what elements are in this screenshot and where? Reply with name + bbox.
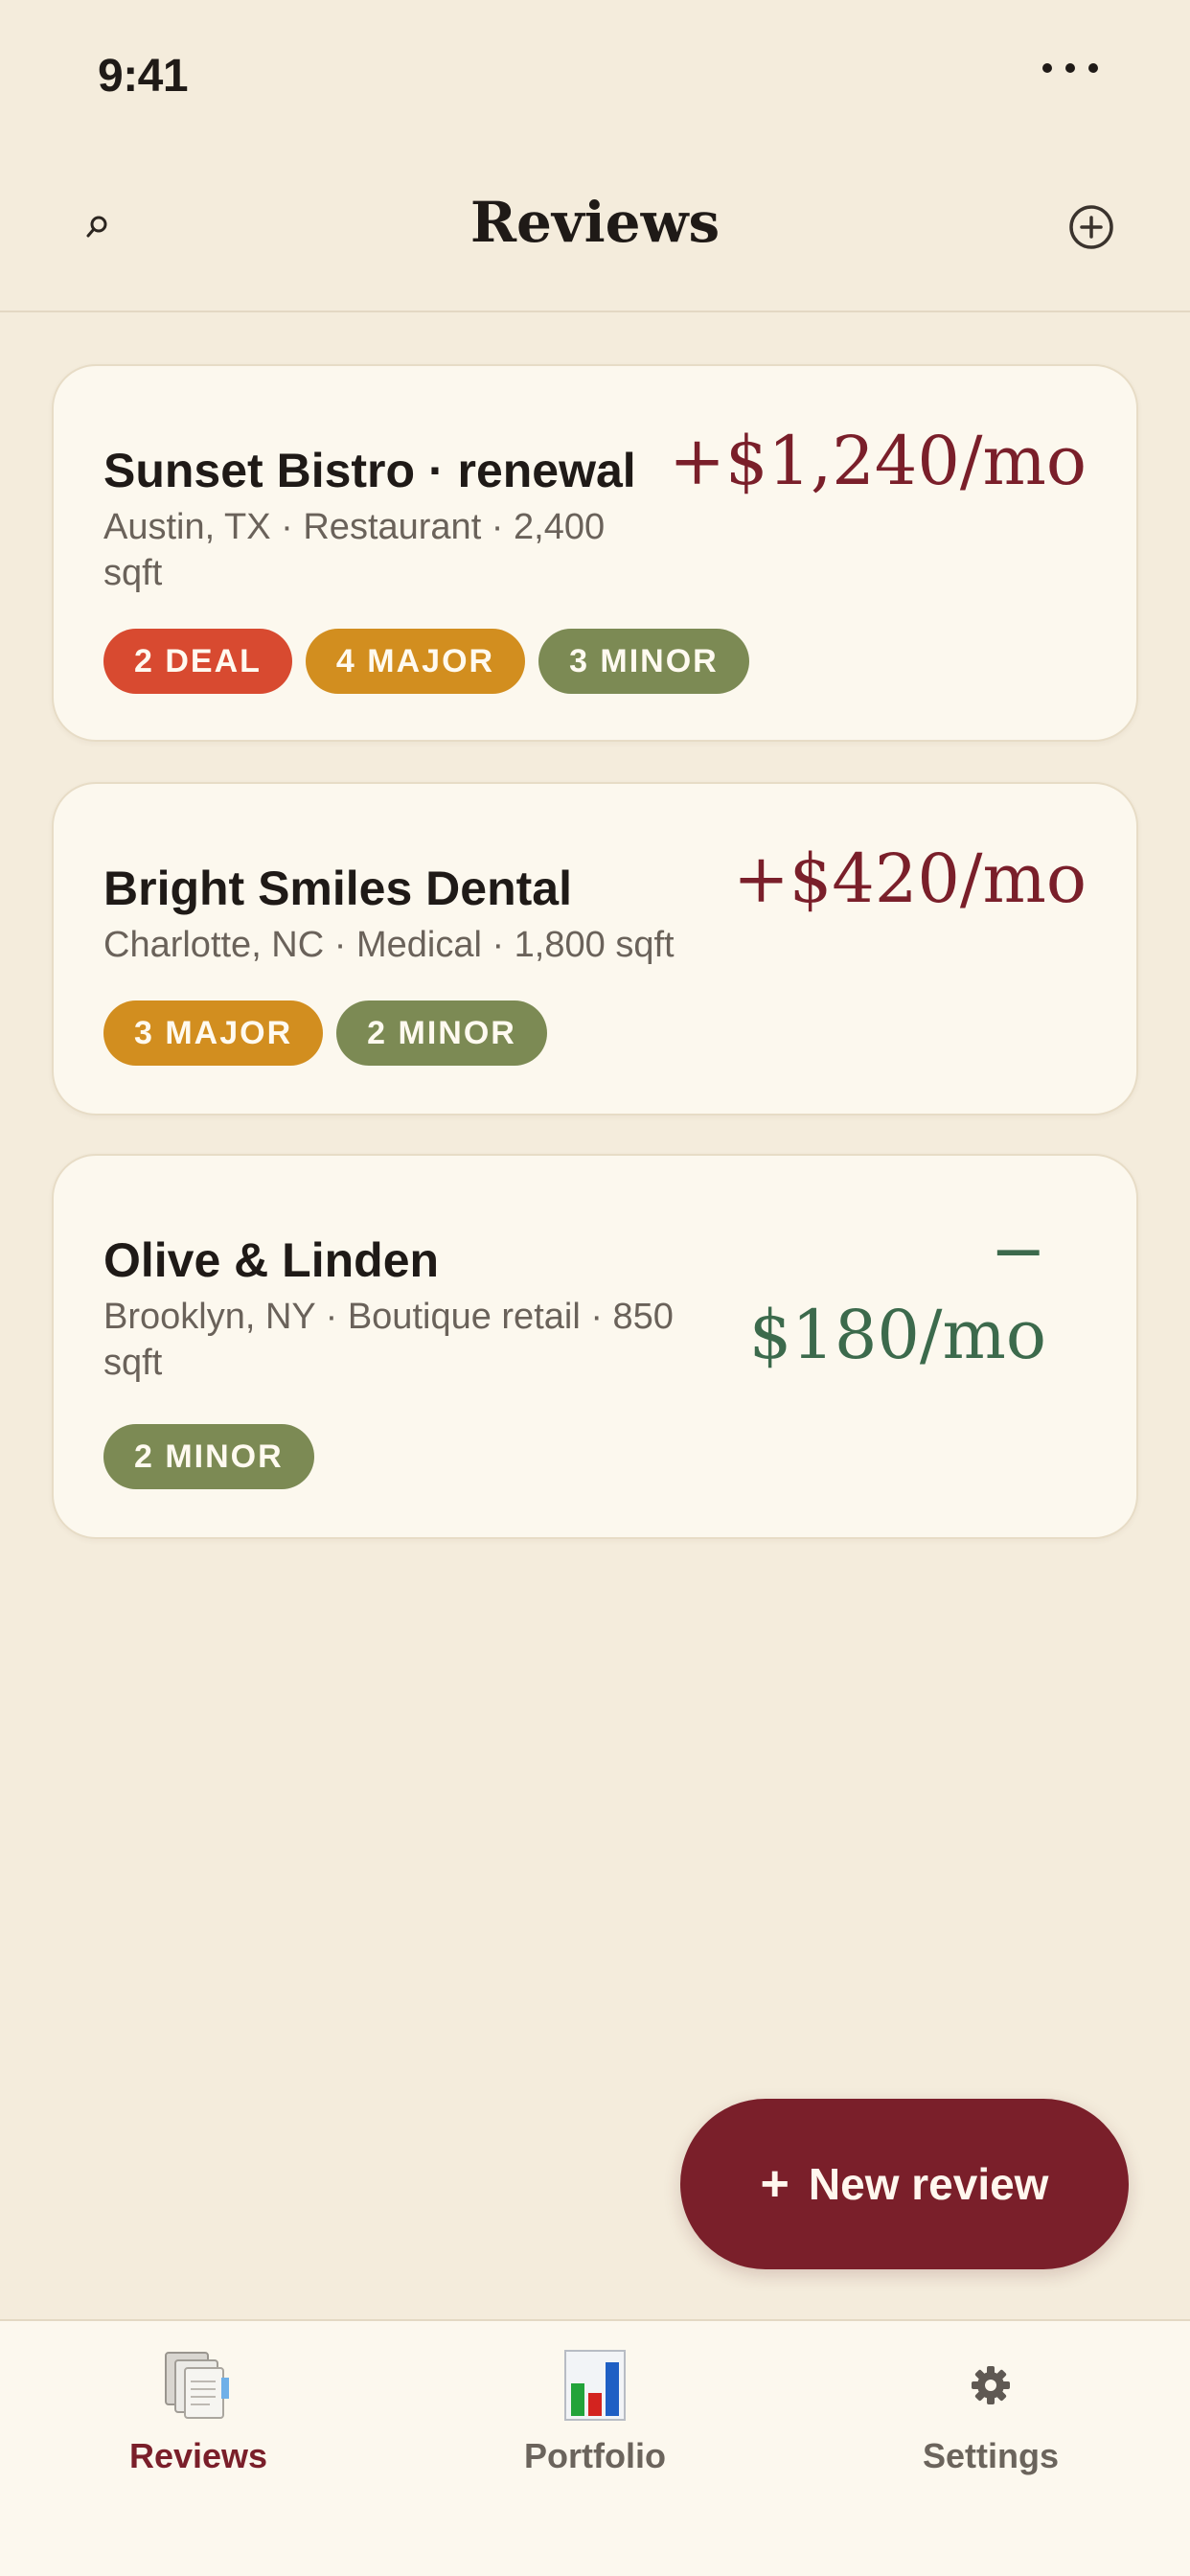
gear-icon [847, 2346, 1134, 2425]
tag-list: 3 MAJOR 2 MINOR [103, 1000, 547, 1066]
tab-portfolio[interactable]: Portfolio [451, 2346, 739, 2476]
review-card-bright-smiles[interactable]: Bright Smiles Dental Charlotte, NC · Med… [52, 782, 1138, 1116]
tab-settings[interactable]: Settings [847, 2346, 1134, 2476]
tag-deal: 2 DEAL [103, 629, 292, 694]
tab-reviews[interactable]: Reviews [55, 2346, 342, 2476]
tag-list: 2 DEAL 4 MAJOR 3 MINOR [103, 629, 749, 694]
tag-major: 3 MAJOR [103, 1000, 324, 1066]
review-card-olive-linden[interactable]: Olive & Linden Brooklyn, NY · Boutique r… [52, 1154, 1138, 1539]
tab-bar: Reviews Portfolio Settings [0, 2319, 1190, 2576]
tag-minor: 2 MINOR [103, 1424, 314, 1489]
tab-label: Portfolio [524, 2436, 666, 2475]
navigation-bar: Reviews [0, 153, 1190, 312]
card-title: Sunset Bistro · renewal [103, 444, 636, 497]
new-review-button[interactable]: + New review [680, 2099, 1129, 2269]
more-dots-icon[interactable] [1042, 63, 1098, 73]
bar-chart-icon [451, 2346, 739, 2425]
card-title: Olive & Linden [103, 1233, 440, 1287]
card-amount: +$1,240/mo [669, 422, 1087, 500]
card-subtitle: Charlotte, NC · Medical · 1,800 sqft [103, 925, 675, 965]
card-subtitle: Brooklyn, NY · Boutique retail · 850 sqf… [103, 1297, 674, 1383]
review-card-sunset-bistro[interactable]: Sunset Bistro · renewal Austin, TX · Res… [52, 364, 1138, 742]
tag-minor: 3 MINOR [538, 629, 749, 694]
tag-minor: 2 MINOR [336, 1000, 547, 1066]
tag-major: 4 MAJOR [305, 629, 526, 694]
tab-label: Reviews [128, 2436, 268, 2475]
card-amount-sign: − [990, 1211, 1046, 1290]
tag-list: 2 MINOR [103, 1424, 314, 1489]
card-title: Bright Smiles Dental [103, 862, 572, 915]
card-subtitle: Austin, TX · Restaurant · 2,400 sqft [103, 507, 606, 593]
add-circle-icon[interactable] [1067, 203, 1115, 251]
card-amount: $180/mo [748, 1296, 1046, 1374]
card-amount: +$420/mo [733, 840, 1087, 918]
status-time: 9:41 [98, 51, 189, 102]
status-bar: 9:41 [0, 0, 1190, 153]
document-stack-icon [55, 2346, 342, 2425]
new-review-label: New review [808, 2159, 1049, 2209]
tab-label: Settings [922, 2436, 1059, 2475]
page-title: Reviews [469, 190, 721, 255]
plus-icon: + [760, 2156, 790, 2212]
